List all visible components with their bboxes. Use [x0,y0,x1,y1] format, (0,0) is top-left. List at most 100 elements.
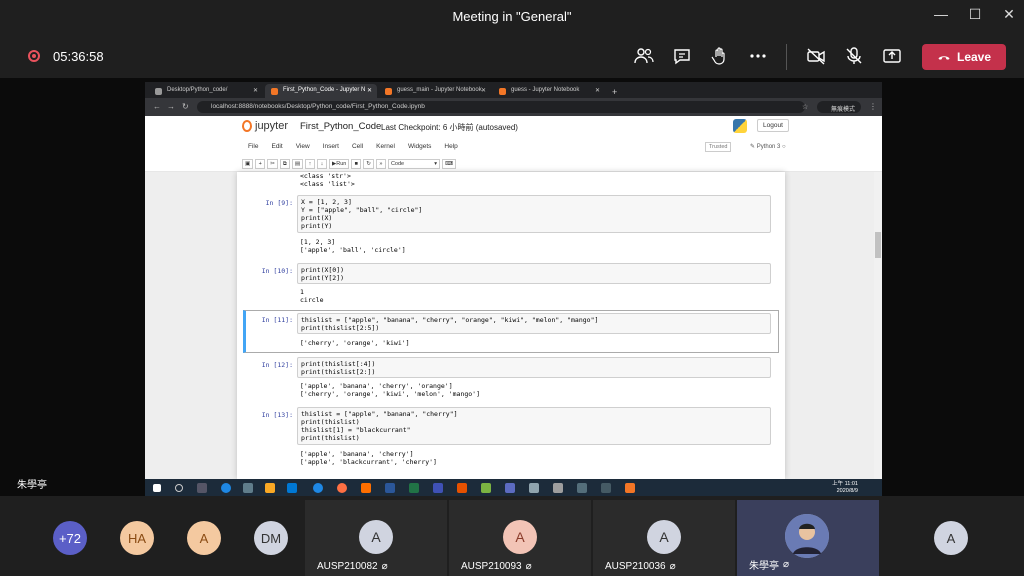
chat-button[interactable] [668,42,696,70]
bookmark-icon[interactable]: ☆ [802,103,808,111]
cell-code[interactable]: thislist = ["apple", "banana", "cherry"]… [301,410,767,442]
restart-icon[interactable]: ↻ [363,159,374,169]
search-icon[interactable] [175,484,183,492]
menu-cell[interactable]: Cell [352,143,363,150]
overflow-participants-button[interactable]: +72 [53,521,87,555]
app-icon[interactable] [553,483,563,493]
cut-icon[interactable]: ✂ [267,159,278,169]
back-icon[interactable]: ← [153,102,161,111]
browser-tab[interactable]: Desktop/Python_code/✕ [149,84,263,98]
reactions-button[interactable] [706,42,734,70]
move-down-icon[interactable]: ↓ [317,159,328,169]
participants-button[interactable] [630,42,658,70]
more-actions-button[interactable] [744,42,772,70]
menu-edit[interactable]: Edit [271,143,282,150]
participant-avatar[interactable]: HA [120,521,154,555]
stop-icon[interactable]: ■ [351,159,362,169]
participant-avatar[interactable]: A [187,521,221,555]
powerpoint-icon[interactable] [361,483,371,493]
code-cell[interactable]: thislist = ["apple", "banana", "cherry"]… [297,407,771,445]
notebook-name[interactable]: First_Python_Code [300,121,381,132]
teams-icon[interactable] [505,483,515,493]
browser-menu-icon[interactable]: ⋮ [869,102,877,111]
participant-tile[interactable]: 朱學亭 ⌀ [737,500,879,576]
move-up-icon[interactable]: ↑ [305,159,316,169]
participant-avatar[interactable]: DM [254,521,288,555]
browser-tab[interactable]: guess_main - Jupyter Notebook ✕ [379,84,491,98]
jupyter-logo[interactable]: jupyter [242,120,288,132]
participant-avatar[interactable]: A [934,521,968,555]
close-tab-icon[interactable]: ✕ [367,87,372,94]
people-icon [634,48,654,64]
camera-button[interactable] [802,42,830,70]
reload-icon[interactable]: ↻ [182,102,189,111]
chrome-icon[interactable] [313,483,323,493]
app-icon[interactable] [433,483,443,493]
word-icon[interactable] [385,483,395,493]
maximize-button[interactable]: ☐ [960,6,990,23]
paste-icon[interactable]: ▤ [291,159,304,169]
cell-code[interactable]: thislist = ["apple", "banana", "cherry",… [301,316,767,332]
insert-cell-icon[interactable]: + [255,159,266,169]
participant-tile[interactable]: A AUSP210082 ⌀ [305,500,447,576]
mic-button[interactable] [840,42,868,70]
leave-button[interactable]: Leave [922,44,1006,70]
copy-icon[interactable]: ⧉ [279,159,290,169]
logout-button[interactable]: Logout [757,119,789,132]
notebook-scrollbar[interactable] [874,172,882,479]
close-tab-icon[interactable]: ✕ [481,87,486,94]
share-button[interactable] [878,42,906,70]
call-timer: 05:36:58 [53,49,104,64]
code-cell[interactable]: X = [1, 2, 3] Y = ["apple", "ball", "cir… [297,195,771,233]
cell-type-select[interactable]: Code ▾ [387,159,440,169]
participant-tile[interactable]: A AUSP210093 ⌀ [449,500,591,576]
trusted-badge[interactable]: Trusted [705,142,732,152]
code-cell[interactable]: print(X[0]) print(Y[2]) [297,263,771,284]
menu-view[interactable]: View [296,143,310,150]
incognito-badge[interactable]: 無痕模式 [817,101,862,113]
jupyter-app-icon[interactable] [625,483,635,493]
save-icon[interactable]: ▣ [242,159,254,169]
run-button[interactable]: ▶ Run [329,159,350,169]
new-tab-button[interactable]: + [609,84,623,98]
firefox-icon[interactable] [337,483,347,493]
code-cell[interactable]: thislist = ["apple", "banana", "cherry",… [297,313,771,334]
cell-code[interactable]: print(thislist[:4]) print(thislist[2:]) [301,360,767,376]
restart-run-all-icon[interactable]: » [375,159,386,169]
app-icon[interactable] [577,483,587,493]
browser-tab-active[interactable]: First_Python_Code - Jupyter N ✕ [265,84,377,98]
cell-code[interactable]: print(X[0]) print(Y[2]) [301,266,767,282]
scrollbar-thumb[interactable] [875,232,881,258]
menu-help[interactable]: Help [444,143,457,150]
code-cell[interactable]: print(thislist[:4]) print(thislist[2:]) [297,357,771,378]
url-input[interactable]: localhost:8888/notebooks/Desktop/Python_… [197,101,805,113]
excel-icon[interactable] [409,483,419,493]
menu-file[interactable]: File [248,143,258,150]
file-explorer-icon[interactable] [265,483,275,493]
forward-icon[interactable]: → [167,102,175,111]
chat-icon [674,49,690,65]
keyboard-icon[interactable]: ⌨ [441,159,456,169]
menu-kernel[interactable]: Kernel [376,143,395,150]
close-tab-icon[interactable]: ✕ [595,87,600,94]
app-icon[interactable] [457,483,467,493]
app-icon[interactable] [529,483,539,493]
app-icon[interactable] [601,483,611,493]
taskbar-clock[interactable]: 上午 11:01 2020/8/9 [832,481,858,495]
mail-icon[interactable] [287,483,297,493]
task-view-icon[interactable] [197,483,207,493]
menu-widgets[interactable]: Widgets [408,143,431,150]
windows-start-icon[interactable] [153,484,161,492]
participant-tile[interactable]: A AUSP210036 ⌀ [593,500,735,576]
close-tab-icon[interactable]: ✕ [253,87,258,94]
edge-icon[interactable] [221,483,231,493]
close-window-button[interactable]: ✕ [994,6,1024,23]
raise-hand-icon [711,47,725,65]
store-icon[interactable] [243,483,253,493]
minimize-button[interactable]: — [926,6,956,22]
cell-code[interactable]: X = [1, 2, 3] Y = ["apple", "ball", "cir… [301,198,767,230]
app-icon[interactable] [481,483,491,493]
browser-tab[interactable]: guess - Jupyter Notebook ✕ [493,84,605,98]
participant-avatar: A [359,520,393,554]
menu-insert[interactable]: Insert [323,143,339,150]
